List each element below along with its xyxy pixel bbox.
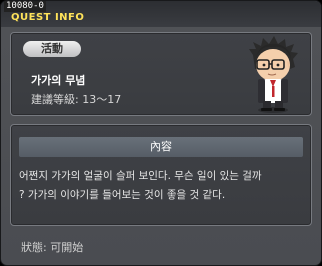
status-label: 狀態: [21, 241, 47, 254]
content-description: 어쩐지 가가의 얼굴이 슬퍼 보인다. 무슨 일이 있는 걸까 ? 가가의 이야… [19, 167, 303, 205]
level-label: 建議等級: [31, 93, 79, 106]
quest-content-panel: 內容 어쩐지 가가의 얼굴이 슬퍼 보인다. 무슨 일이 있는 걸까 ? 가가의… [10, 124, 312, 226]
quest-summary-panel: 活動 가가의 무념 建議等級: 13～17 [10, 32, 312, 116]
status-value: 可開始 [50, 241, 84, 254]
window-title: QUEST INFO [11, 12, 85, 23]
npc-portrait-icon [249, 36, 298, 113]
title-bar[interactable]: 10080-0 QUEST INFO [1, 1, 321, 27]
recommended-level: 建議等級: 13～17 [31, 91, 121, 107]
content-line: ? 가가의 이야기를 들어보는 것이 좋을 것 같다. [19, 189, 226, 201]
category-badge: 活動 [23, 41, 81, 57]
level-range: 13～17 [82, 93, 122, 106]
quest-id: 10080-0 [4, 1, 46, 12]
quest-name: 가가의 무념 [31, 74, 86, 87]
content-line: 어쩐지 가가의 얼굴이 슬퍼 보인다. 무슨 일이 있는 걸까 [19, 170, 262, 182]
quest-status: 狀態: 可開始 [21, 239, 83, 255]
content-header: 內容 [19, 137, 303, 157]
quest-info-window: 10080-0 QUEST INFO 活動 가가의 무념 建議等級: 13～17 [0, 0, 322, 266]
